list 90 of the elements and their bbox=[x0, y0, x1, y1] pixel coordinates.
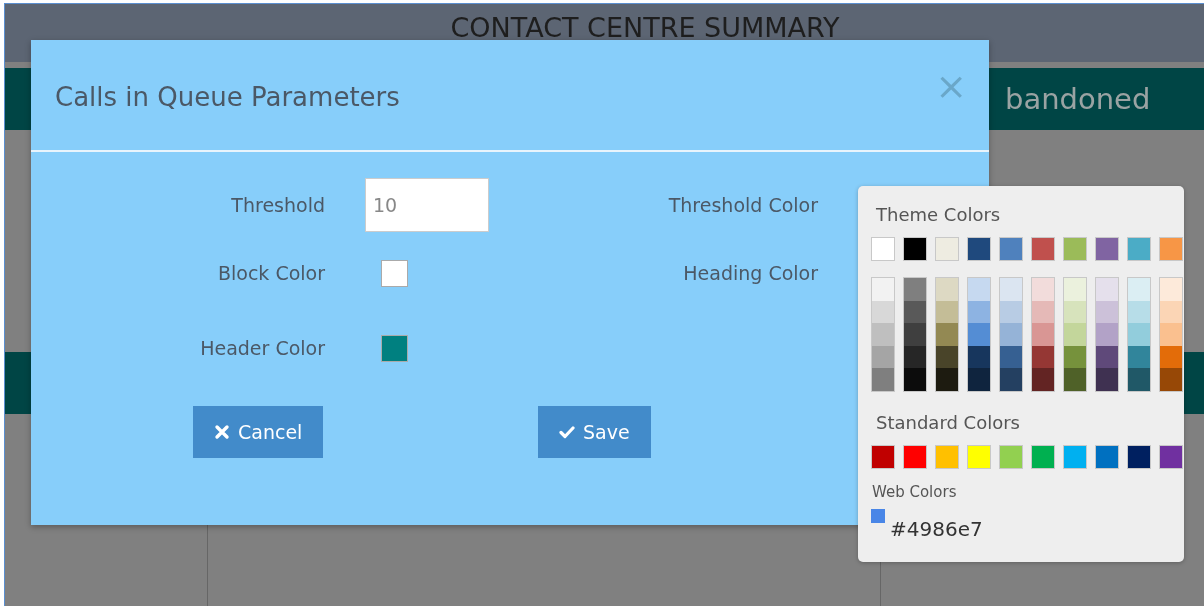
color-swatch[interactable] bbox=[968, 323, 990, 346]
save-button[interactable]: Save bbox=[538, 406, 651, 458]
field-label: Block Color bbox=[216, 262, 325, 284]
color-swatch[interactable] bbox=[1095, 237, 1119, 261]
color-swatch[interactable] bbox=[1064, 345, 1086, 369]
color-swatch[interactable] bbox=[904, 368, 926, 391]
color-swatch[interactable] bbox=[968, 368, 990, 391]
color-swatch[interactable] bbox=[1128, 368, 1150, 391]
color-swatch[interactable] bbox=[1160, 368, 1182, 391]
color-swatch[interactable] bbox=[935, 444, 959, 469]
field-label: Threshold bbox=[230, 194, 325, 216]
color-swatch[interactable] bbox=[904, 323, 926, 346]
color-swatch[interactable] bbox=[935, 237, 959, 261]
color-swatch[interactable] bbox=[904, 300, 926, 324]
color-swatch[interactable] bbox=[1032, 323, 1054, 346]
section-heading: Web Colors bbox=[872, 482, 958, 501]
color-swatch[interactable] bbox=[904, 345, 926, 369]
color-swatch[interactable] bbox=[1000, 300, 1022, 324]
color-swatch[interactable] bbox=[968, 300, 990, 324]
color-swatch[interactable] bbox=[1160, 300, 1182, 324]
color-swatch[interactable] bbox=[1160, 278, 1182, 301]
color-swatch[interactable] bbox=[1128, 300, 1150, 324]
dashboard-title: CONTACT CENTRE SUMMARY bbox=[450, 11, 840, 43]
color-swatch[interactable] bbox=[1096, 278, 1118, 301]
color-swatch[interactable] bbox=[872, 278, 894, 301]
color-swatch[interactable] bbox=[1128, 345, 1150, 369]
check-icon bbox=[559, 424, 575, 440]
color-swatch[interactable] bbox=[1000, 345, 1022, 369]
color-swatch[interactable] bbox=[1064, 278, 1086, 301]
color-swatch[interactable] bbox=[999, 237, 1023, 261]
color-swatch[interactable] bbox=[1096, 368, 1118, 391]
color-swatch[interactable] bbox=[936, 323, 958, 346]
color-swatch[interactable] bbox=[871, 444, 895, 469]
color-swatch[interactable] bbox=[1031, 444, 1055, 469]
field-label: Heading Color bbox=[682, 262, 818, 284]
hex-code-text: #4986e7 bbox=[890, 516, 983, 541]
color-swatch[interactable] bbox=[1000, 323, 1022, 346]
color-swatch[interactable] bbox=[1095, 444, 1119, 469]
color-swatch[interactable] bbox=[1096, 323, 1118, 346]
x-icon bbox=[214, 424, 230, 440]
color-swatch[interactable] bbox=[1032, 345, 1054, 369]
color-swatch[interactable] bbox=[904, 278, 926, 301]
color-swatch[interactable] bbox=[1159, 444, 1183, 469]
color-swatch[interactable] bbox=[1096, 300, 1118, 324]
color-swatch[interactable] bbox=[1000, 368, 1022, 391]
color-swatch[interactable] bbox=[999, 444, 1023, 469]
color-swatch[interactable] bbox=[381, 334, 408, 362]
color-swatch[interactable] bbox=[1064, 323, 1086, 346]
color-swatch[interactable] bbox=[872, 300, 894, 324]
color-swatch[interactable] bbox=[1159, 237, 1183, 261]
color-swatch[interactable] bbox=[936, 345, 958, 369]
color-swatch[interactable] bbox=[1127, 237, 1151, 261]
color-swatch[interactable] bbox=[1096, 345, 1118, 369]
color-swatch[interactable] bbox=[903, 237, 927, 261]
cancel-button[interactable]: Cancel bbox=[193, 406, 324, 458]
color-swatch[interactable] bbox=[1063, 237, 1087, 261]
color-swatch[interactable] bbox=[1032, 368, 1054, 391]
color-swatch[interactable] bbox=[936, 278, 958, 301]
dialog-title: Calls in Queue Parameters bbox=[55, 81, 400, 112]
color-swatch[interactable] bbox=[967, 444, 991, 469]
color-swatch[interactable] bbox=[967, 237, 991, 261]
color-swatch[interactable] bbox=[1031, 237, 1055, 261]
color-swatch[interactable] bbox=[1160, 323, 1182, 346]
field-label: Header Color bbox=[199, 337, 325, 359]
threshold-input[interactable]: 10 bbox=[365, 178, 489, 232]
color-swatch[interactable] bbox=[968, 345, 990, 369]
field-label: Threshold Color bbox=[667, 194, 818, 216]
color-swatch[interactable] bbox=[936, 368, 958, 391]
color-swatch[interactable] bbox=[936, 300, 958, 324]
color-swatch[interactable] bbox=[968, 278, 990, 301]
color-swatch[interactable] bbox=[1064, 368, 1086, 391]
color-swatch[interactable] bbox=[1032, 278, 1054, 301]
color-swatch[interactable] bbox=[1063, 444, 1087, 469]
color-swatch[interactable] bbox=[1127, 444, 1151, 469]
section-heading: Theme Colors bbox=[876, 204, 1002, 225]
color-swatch[interactable] bbox=[381, 259, 408, 287]
color-swatch[interactable] bbox=[1000, 278, 1022, 301]
color-swatch[interactable] bbox=[1032, 300, 1054, 324]
color-swatch[interactable] bbox=[1160, 345, 1182, 369]
section-heading: Standard Colors bbox=[876, 411, 1021, 433]
color-swatch[interactable] bbox=[903, 444, 927, 469]
color-swatch[interactable] bbox=[871, 508, 885, 523]
color-swatch[interactable] bbox=[872, 345, 894, 369]
color-swatch[interactable] bbox=[872, 323, 894, 346]
color-swatch[interactable] bbox=[1064, 300, 1086, 324]
panel-heading: bandoned bbox=[1005, 82, 1151, 116]
color-swatch[interactable] bbox=[872, 368, 894, 391]
color-swatch[interactable] bbox=[871, 237, 895, 261]
color-swatch[interactable] bbox=[1128, 323, 1150, 346]
color-swatch[interactable] bbox=[1128, 278, 1150, 301]
